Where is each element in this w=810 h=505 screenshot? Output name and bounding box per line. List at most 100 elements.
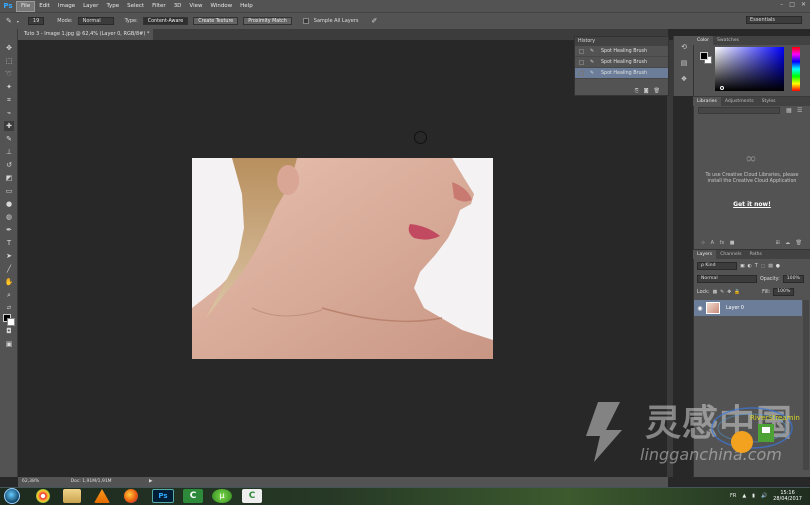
volume-icon[interactable]: 🔊 <box>761 493 767 499</box>
history-brush-tool-icon[interactable]: ↺ <box>4 160 14 170</box>
brush-tool-icon[interactable]: ✎ <box>4 134 14 144</box>
color-picker-marker[interactable] <box>720 86 724 90</box>
pressure-icon[interactable]: ✐ <box>371 17 377 25</box>
tab-layers[interactable]: Layers <box>693 250 717 259</box>
cloud-icon[interactable]: ☁ <box>785 240 790 246</box>
photoshop-taskbar-icon[interactable]: Ps <box>152 489 174 503</box>
grid-view-icon[interactable]: ▦ <box>786 107 792 114</box>
network-icon[interactable]: ▮ <box>752 493 755 499</box>
layer-kind-filter[interactable]: ρ Kind <box>697 262 737 270</box>
menu-image[interactable]: Image <box>54 0 79 12</box>
new-library-icon[interactable]: ⊞ <box>775 240 779 246</box>
swap-colors-icon[interactable]: ⇄ <box>4 303 14 313</box>
language-indicator[interactable]: FR <box>730 493 736 499</box>
type-tool-icon[interactable]: T <box>4 238 14 248</box>
opacity-input[interactable]: 100% <box>782 275 804 283</box>
line-tool-icon[interactable]: ╱ <box>4 264 14 274</box>
camtasia-icon[interactable]: C <box>183 489 203 503</box>
history-panel-icon[interactable]: ⟲ <box>679 42 689 52</box>
workspace-switcher[interactable]: Essentials <box>746 16 802 24</box>
layer-row[interactable]: ◉ Layer 0 <box>694 300 802 316</box>
start-button[interactable] <box>4 488 20 504</box>
filter-type-icon[interactable]: T <box>755 264 758 269</box>
screen-mode-icon[interactable]: ▣ <box>4 339 14 349</box>
eraser-tool-icon[interactable]: ◩ <box>4 173 14 183</box>
history-item[interactable]: ✎ Spot Healing Brush <box>575 57 668 68</box>
pen-tool-icon[interactable]: ✒ <box>4 225 14 235</box>
camera-icon[interactable]: ◙ <box>644 88 649 94</box>
add-color-icon[interactable]: ■ <box>730 240 735 246</box>
color-fg-bg[interactable] <box>700 52 712 64</box>
history-tab[interactable]: History <box>575 37 668 46</box>
history-snapshot-checkbox[interactable] <box>579 59 584 65</box>
add-style-icon[interactable]: fx <box>720 240 725 246</box>
library-dropdown[interactable] <box>698 107 780 114</box>
history-snapshot-checkbox[interactable] <box>579 70 584 76</box>
tab-libraries[interactable]: Libraries <box>693 97 721 106</box>
clone-stamp-tool-icon[interactable]: ⊥ <box>4 147 14 157</box>
menu-edit[interactable]: Edit <box>35 0 54 12</box>
utorrent-icon[interactable]: µ <box>212 489 232 503</box>
hue-slider[interactable] <box>792 47 800 91</box>
menu-select[interactable]: Select <box>123 0 148 12</box>
layers-scrollbar[interactable] <box>803 300 809 470</box>
clock[interactable]: 15:16 28/04/2017 <box>773 490 802 502</box>
fill-input[interactable]: 100% <box>773 288 795 296</box>
menu-window[interactable]: Window <box>206 0 236 12</box>
menu-file[interactable]: File <box>16 0 36 12</box>
chevron-down-icon[interactable]: ▾ <box>17 19 19 24</box>
tab-adjustments[interactable]: Adjustments <box>721 97 758 106</box>
tab-styles[interactable]: Styles <box>758 97 780 106</box>
file-explorer-icon[interactable] <box>63 489 81 503</box>
filter-toggle-icon[interactable]: ● <box>776 264 780 269</box>
color-picker-field[interactable] <box>715 47 784 91</box>
add-graphic-icon[interactable]: ⊹ <box>701 240 705 246</box>
crop-tool-icon[interactable]: ⌗ <box>4 95 14 105</box>
menu-filter[interactable]: Filter <box>148 0 170 12</box>
lock-all-icon[interactable]: 🔒 <box>734 290 740 295</box>
history-item-selected[interactable]: ✎ Spot Healing Brush <box>575 68 668 79</box>
filter-adjustment-icon[interactable]: ◐ <box>748 264 752 269</box>
zoom-tool-icon[interactable]: ⌕ <box>4 290 14 300</box>
minimize-button[interactable]: – <box>780 1 783 8</box>
tab-swatches[interactable]: Swatches <box>713 36 743 45</box>
lock-transparent-icon[interactable]: ▦ <box>713 290 718 295</box>
trash-icon[interactable]: 🗑 <box>654 88 660 94</box>
menu-view[interactable]: View <box>185 0 206 12</box>
document-tab[interactable]: Tuto 3 - Image 1.jpg @ 62,4% (Layer 0, R… <box>18 29 153 48</box>
camtasia-recorder-icon[interactable]: C <box>242 489 262 503</box>
menu-type[interactable]: Type <box>102 0 123 12</box>
lock-position-icon[interactable]: ✥ <box>727 290 731 295</box>
background-color-swatch[interactable] <box>7 318 15 326</box>
firefox-icon[interactable] <box>124 489 138 503</box>
hand-tool-icon[interactable]: ✋ <box>4 277 14 287</box>
document-image[interactable] <box>192 158 493 359</box>
spot-healing-tool-icon[interactable]: ✚ <box>4 121 14 131</box>
path-select-tool-icon[interactable]: ➤ <box>4 251 14 261</box>
trash-icon[interactable]: 🗑 <box>796 240 802 246</box>
mode-select[interactable]: Normal <box>77 17 114 25</box>
menu-layer[interactable]: Layer <box>79 0 102 12</box>
get-it-now-link[interactable]: Get it now! <box>700 201 804 208</box>
gradient-tool-icon[interactable]: ▭ <box>4 186 14 196</box>
foreground-color-chip[interactable] <box>700 52 708 60</box>
marquee-tool-icon[interactable]: ⬚ <box>4 56 14 66</box>
tab-paths[interactable]: Paths <box>745 250 766 259</box>
new-document-from-state-icon[interactable]: ⎘ <box>635 88 639 94</box>
filter-pixel-icon[interactable]: ▣ <box>740 264 745 269</box>
status-arrow-icon[interactable]: ▶ <box>149 479 152 484</box>
menu-3d[interactable]: 3D <box>170 0 186 12</box>
close-button[interactable]: ✕ <box>801 1 806 8</box>
blend-mode-select[interactable]: Normal <box>697 275 757 283</box>
move-tool-icon[interactable]: ✥ <box>4 43 14 53</box>
visibility-eye-icon[interactable]: ◉ <box>694 305 706 312</box>
blur-tool-icon[interactable]: ● <box>4 199 14 209</box>
filter-smart-icon[interactable]: ▤ <box>768 264 773 269</box>
list-view-icon[interactable]: ☰ <box>797 107 802 114</box>
history-item[interactable]: ✎ Spot Healing Brush <box>575 46 668 57</box>
tab-color[interactable]: Color <box>693 36 713 45</box>
proximity-match-button[interactable]: Proximity Match <box>243 17 292 25</box>
zoom-level[interactable]: 62,38% <box>22 479 39 484</box>
brush-size-picker[interactable]: 19 <box>27 17 45 25</box>
lock-pixels-icon[interactable]: ✎ <box>720 290 724 295</box>
